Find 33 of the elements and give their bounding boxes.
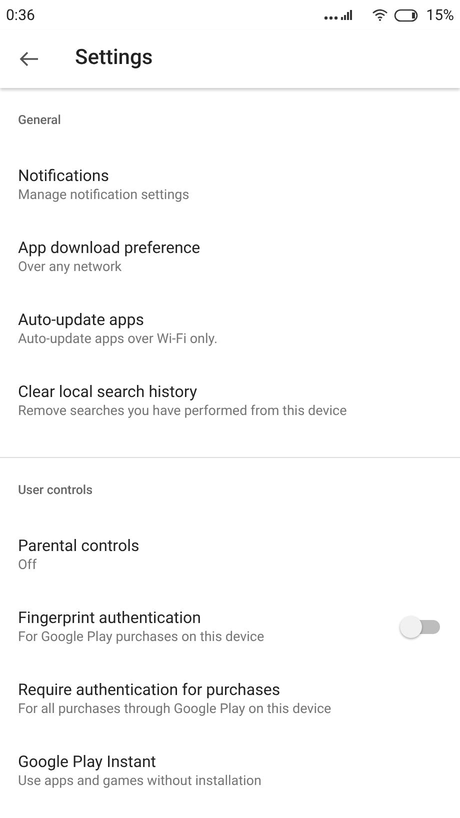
- settings-item[interactable]: Auto-update apps Auto-update apps over Wi-Fi only.: [0, 293, 460, 365]
- battery-percent: 15%: [426, 4, 454, 26]
- item-subtitle: For all purchases through Google Play on this device: [18, 700, 332, 718]
- settings-item[interactable]: Require authentication for purchases For all purchases through Google Play on this device: [0, 663, 460, 735]
- item-title: Notifications: [18, 166, 110, 186]
- toggle-switch[interactable]: [400, 616, 440, 638]
- item-subtitle: Auto-update apps over Wi-Fi only.: [18, 330, 219, 348]
- section-header: General: [18, 112, 61, 130]
- item-title: Auto-update apps: [18, 310, 145, 330]
- wifi-icon: [372, 9, 388, 21]
- settings-item[interactable]: Parental controls Off: [0, 519, 460, 591]
- item-subtitle: Off: [18, 556, 38, 574]
- settings-item[interactable]: Google Play Instant Use apps and games without installation: [0, 735, 460, 807]
- item-subtitle: Use apps and games without installation: [18, 772, 262, 790]
- battery-icon: [394, 8, 420, 22]
- back-arrow-icon: [19, 51, 39, 67]
- settings-item[interactable]: Fingerprint authentication For Google Play purchases on this device: [0, 591, 460, 663]
- item-title: Parental controls: [18, 536, 140, 556]
- item-subtitle: Manage notification settings: [18, 186, 190, 204]
- item-subtitle: Remove searches you have performed from this device: [18, 402, 348, 420]
- item-title: Fingerprint authentication: [18, 608, 202, 628]
- settings-item[interactable]: Clear local search history Remove searches you have performed from this device: [0, 365, 460, 437]
- item-subtitle: For Google Play purchases on this device: [18, 628, 266, 646]
- item-title: Google Play Instant: [18, 752, 158, 772]
- item-title: App download preference: [18, 238, 202, 258]
- settings-item[interactable]: Notifications Manage notification settings: [0, 149, 460, 221]
- item-title: Require authentication for purchases: [18, 680, 282, 700]
- page-title: Settings: [75, 45, 153, 72]
- item-subtitle: Over any network: [18, 258, 123, 276]
- status-time: 0:36: [6, 4, 35, 26]
- section-header: User controls: [18, 482, 93, 500]
- item-title: Clear local search history: [18, 382, 198, 402]
- settings-item[interactable]: App download preference Over any network: [0, 221, 460, 293]
